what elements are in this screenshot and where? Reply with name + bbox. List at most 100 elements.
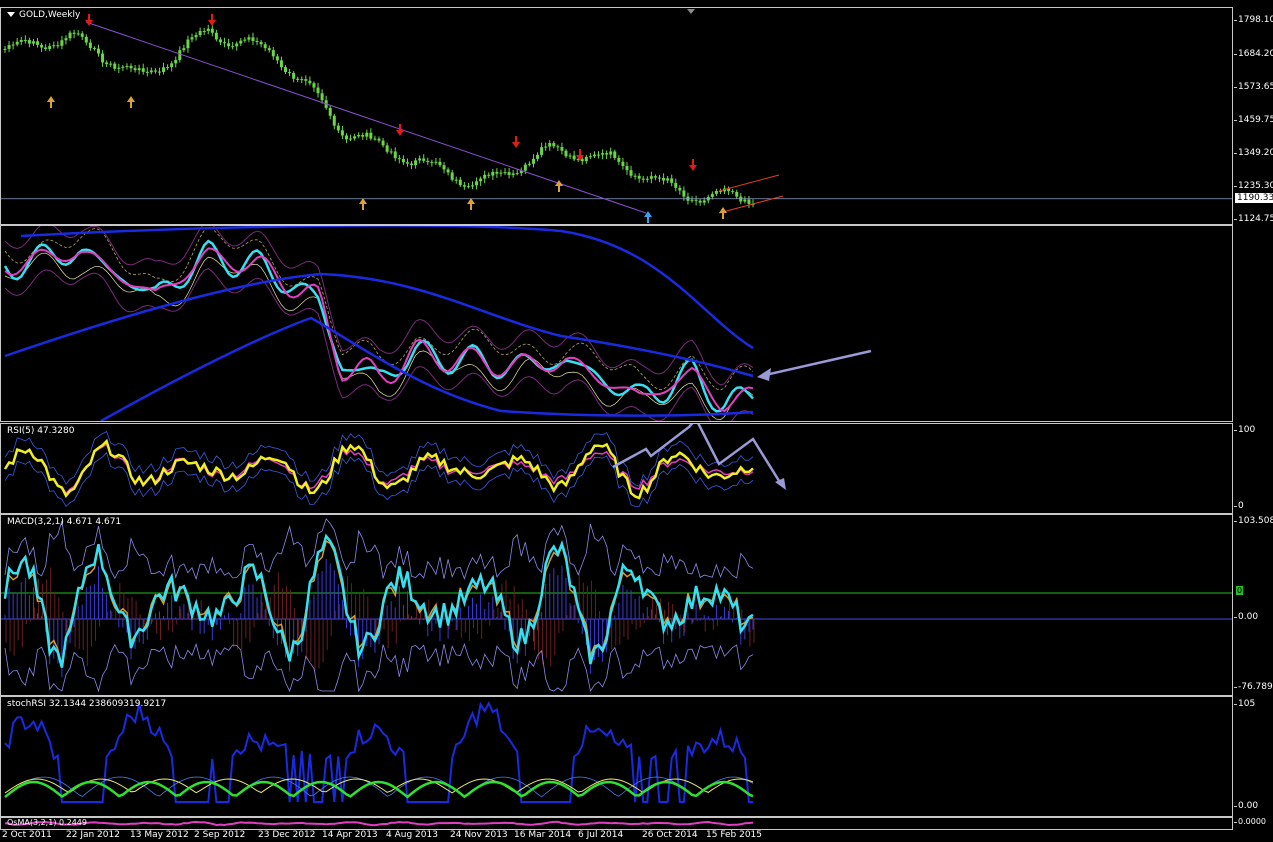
date-label: 6 Jul 2014 bbox=[578, 830, 624, 840]
rsi-annotation-path bbox=[612, 424, 783, 485]
candle-body bbox=[153, 70, 157, 72]
candle-body bbox=[401, 158, 405, 163]
candle-body bbox=[304, 79, 308, 81]
candle-body bbox=[426, 160, 430, 163]
candle-body bbox=[336, 125, 340, 131]
ma-pane[interactable] bbox=[0, 225, 1233, 422]
candle-body bbox=[487, 174, 491, 176]
candle-body bbox=[76, 33, 80, 35]
osma-pane[interactable]: OsMA(3,2,1) 0.2449 bbox=[0, 817, 1233, 830]
candle-body bbox=[15, 41, 19, 45]
candle-body bbox=[527, 163, 531, 165]
macd-band-line bbox=[4, 518, 754, 581]
candle-body bbox=[389, 151, 393, 153]
candle-body bbox=[621, 161, 625, 167]
candle-body bbox=[129, 65, 133, 69]
candle-body bbox=[174, 60, 178, 64]
rsi-band-line bbox=[4, 431, 754, 487]
candle-body bbox=[544, 146, 548, 148]
rsi-pane[interactable]: RSI(5) 47.3280 bbox=[0, 423, 1233, 514]
candle-body bbox=[92, 48, 96, 50]
date-label: 23 Dec 2012 bbox=[258, 830, 316, 840]
candle-body bbox=[316, 87, 320, 94]
macd-signal-line bbox=[4, 539, 754, 666]
candle-body bbox=[121, 66, 125, 68]
candle-body bbox=[275, 56, 279, 61]
annotation-arrow-icon bbox=[760, 349, 872, 378]
candle-body bbox=[450, 172, 454, 180]
candle-body bbox=[613, 151, 617, 158]
candle-body bbox=[381, 140, 385, 146]
candle-body bbox=[186, 39, 190, 49]
candle-body bbox=[495, 171, 499, 174]
candle-body bbox=[357, 135, 361, 137]
candle-body bbox=[442, 165, 446, 170]
date-label: 14 Apr 2013 bbox=[322, 830, 378, 840]
candle-body bbox=[735, 191, 739, 197]
candle-body bbox=[365, 132, 369, 137]
candle-body bbox=[141, 68, 145, 72]
candle-body bbox=[263, 44, 267, 49]
candle-body bbox=[353, 136, 357, 139]
candle-body bbox=[625, 166, 629, 171]
stoch-axis: 105 0.00 bbox=[1233, 696, 1273, 817]
candle-body bbox=[31, 41, 35, 44]
price-tick: 1684.20 bbox=[1233, 49, 1273, 59]
candle-body bbox=[653, 176, 657, 178]
osma-line bbox=[4, 820, 754, 827]
candle-body bbox=[369, 132, 373, 139]
candle-body bbox=[597, 154, 601, 156]
osma-chart bbox=[4, 820, 754, 827]
candle-body bbox=[227, 43, 231, 47]
price-tick: 1349.20 bbox=[1233, 148, 1273, 158]
macd-tick: 103.508 bbox=[1233, 516, 1273, 526]
stoch-tick: 0.00 bbox=[1233, 801, 1259, 811]
stoch-tick: 105 bbox=[1233, 699, 1256, 709]
candle-body bbox=[698, 200, 702, 203]
annotation-arrowhead-icon bbox=[775, 478, 786, 490]
candle-body bbox=[320, 93, 324, 101]
candle-body bbox=[300, 79, 304, 81]
macd-pane[interactable]: MACD(3,2,1) 4.671 4.671 bbox=[0, 514, 1233, 696]
candle-body bbox=[56, 45, 60, 47]
candle-body bbox=[666, 178, 670, 181]
candle-body bbox=[328, 107, 332, 116]
candle-body bbox=[531, 158, 535, 164]
candle-body bbox=[373, 138, 377, 140]
candle-body bbox=[393, 151, 397, 159]
stoch-pane[interactable]: stochRSI 32.1344 238609319.9217 bbox=[0, 696, 1233, 817]
candle-body bbox=[702, 200, 706, 203]
candle-body bbox=[507, 172, 511, 175]
candle-body bbox=[19, 39, 23, 42]
candle-body bbox=[231, 46, 235, 48]
price-pane[interactable]: GOLD,Weekly bbox=[0, 7, 1233, 225]
date-label: 4 Aug 2013 bbox=[386, 830, 438, 840]
date-label: 24 Nov 2013 bbox=[450, 830, 508, 840]
candle-body bbox=[218, 39, 222, 43]
up-arrow-icon bbox=[47, 96, 55, 108]
candle-body bbox=[210, 28, 214, 33]
down-arrow-icon bbox=[208, 14, 216, 26]
price-tick: 1235.30 bbox=[1233, 181, 1273, 191]
candle-body bbox=[584, 156, 588, 162]
candle-body bbox=[214, 32, 218, 40]
candle-body bbox=[7, 45, 11, 49]
candle-body bbox=[271, 50, 275, 57]
candle-body bbox=[430, 162, 434, 164]
down-arrow-icon bbox=[689, 159, 697, 171]
candle-body bbox=[462, 185, 466, 187]
up-arrow-icon bbox=[719, 207, 727, 219]
candle-body bbox=[349, 138, 353, 140]
dropdown-triangle-icon[interactable] bbox=[7, 12, 15, 17]
down-arrow-icon bbox=[512, 136, 520, 148]
date-label: 2 Sep 2012 bbox=[194, 830, 246, 840]
candle-body bbox=[117, 67, 121, 69]
candle-body bbox=[68, 32, 72, 39]
candle-body bbox=[223, 42, 227, 44]
dashed-line bbox=[4, 226, 754, 391]
candle-body bbox=[251, 37, 255, 41]
candle-body bbox=[658, 177, 661, 179]
candle-body bbox=[247, 37, 251, 40]
date-label: 15 Feb 2015 bbox=[706, 830, 763, 840]
candle-body bbox=[182, 48, 186, 51]
